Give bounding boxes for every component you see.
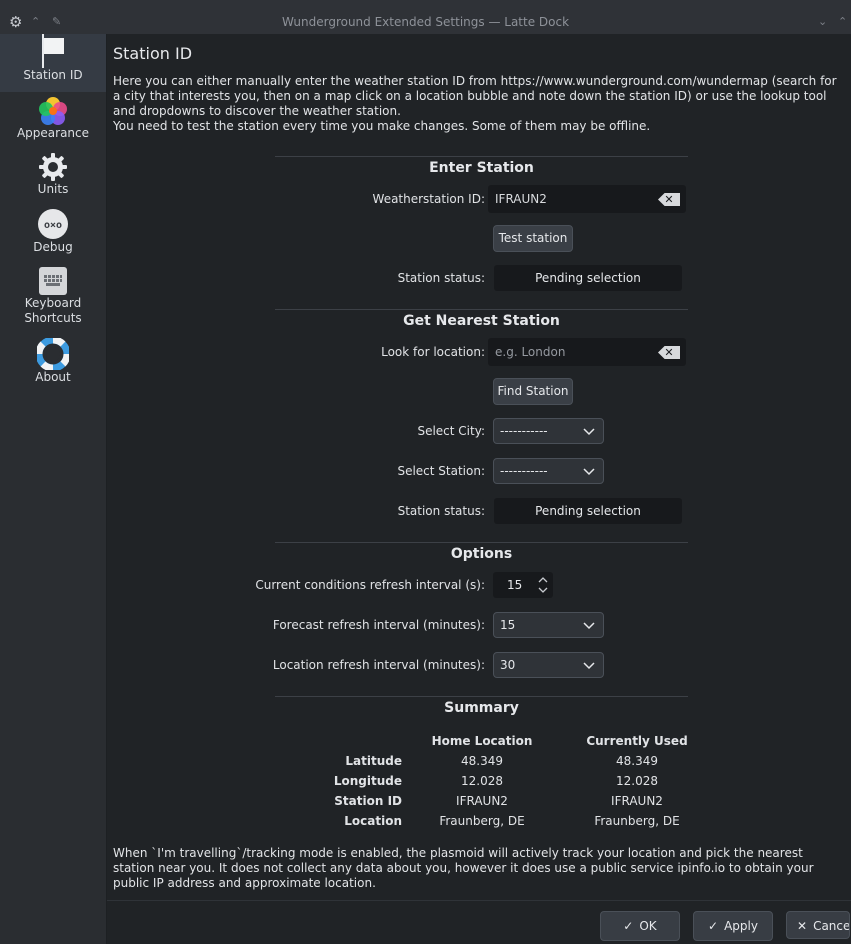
enter-station-title: Enter Station [429,160,534,176]
sidebar-item-appearance[interactable]: Appearance [0,96,106,148]
summary-home-cell: Fraunberg, DE [439,814,525,828]
summary-title: Summary [444,700,519,716]
location-interval-label: Location refresh interval (minutes): [272,658,485,672]
location-interval-value: 30 [500,658,516,672]
station-status-label: Station status: [397,504,485,518]
sidebar-item-debug[interactable]: o×o Debug [0,208,106,260]
section-divider [275,309,688,310]
intro-text: Here you can either manually enter the w… [113,74,845,134]
appearance-icon [39,97,67,125]
minimize-icon[interactable]: ⌄ [818,15,827,28]
forecast-interval-dropdown[interactable]: 15 [493,612,604,638]
footer-divider [107,900,851,901]
check-icon: ✓ [708,919,719,933]
chevron-down-icon [583,468,595,476]
cancel-button[interactable]: ✕ Cancel [786,911,850,939]
section-divider [275,156,688,157]
select-city-label: Select City: [417,424,485,438]
summary-current-cell: 48.349 [616,754,658,768]
ok-label: OK [639,919,657,933]
svg-text:o×o: o×o [44,220,62,231]
look-for-location-label: Look for location: [381,345,485,359]
lifebuoy-icon [37,338,69,370]
apply-label: Apply [724,919,758,933]
sidebar-item-station-id[interactable]: Station ID [0,34,106,92]
settings-content: Station ID Here you can either manually … [107,34,851,944]
section-divider [275,696,688,697]
sidebar-item-label: About [35,370,71,384]
current-conditions-interval-label: Current conditions refresh interval (s): [255,578,485,592]
ok-button[interactable]: ✓ OK [600,911,680,941]
sidebar-item-label: Appearance [16,126,90,140]
location-search-field[interactable]: e.g. London ✕ [488,338,686,366]
weatherstation-id-label: Weatherstation ID: [372,192,485,206]
summary-current-cell: Fraunberg, DE [594,814,680,828]
select-city-dropdown[interactable]: ----------- [493,418,604,444]
summary-col-current: Currently Used [586,734,688,748]
summary-col-home: Home Location [431,734,533,748]
options-title: Options [450,546,513,562]
current-conditions-interval-value: 15 [507,578,523,592]
tracking-notice: When `I'm travelling`/tracking mode is e… [113,846,814,890]
intro-note: You need to test the station every time … [113,119,651,133]
sidebar-item-keyboard-shortcuts[interactable]: Keyboard Shortcuts [0,266,106,334]
summary-row-label: Station ID [334,794,402,808]
spin-arrows-icon[interactable] [537,574,549,596]
summary-current-cell: IFRAUN2 [611,794,663,808]
cancel-label: Cancel [813,919,850,933]
summary-home-cell: 12.028 [461,774,503,788]
find-station-button[interactable]: Find Station [493,378,573,405]
clear-icon[interactable]: ✕ [658,346,680,359]
gear-icon [39,153,67,181]
summary-row-label: Location [344,814,402,828]
flag-icon [42,34,64,68]
select-station-value: ----------- [500,464,548,478]
settings-sidebar: Station ID Appearance Units o×o Debug Ke… [0,34,107,944]
select-station-label: Select Station: [397,464,485,478]
chevron-down-icon [583,622,595,630]
location-search-placeholder: e.g. London [495,345,566,359]
chevron-down-icon [583,428,595,436]
summary-row-label: Longitude [333,774,402,788]
location-interval-dropdown[interactable]: 30 [493,652,604,678]
forecast-interval-value: 15 [500,618,516,632]
current-conditions-interval-spinbox[interactable]: 15 [493,572,553,598]
maximize-icon[interactable]: ⌃ [838,15,847,28]
summary-home-cell: 48.349 [461,754,503,768]
section-divider [275,542,688,543]
nearest-station-status-value: Pending selection [494,498,682,524]
sidebar-item-label: Debug [33,240,73,254]
forecast-interval-label: Forecast refresh interval (minutes): [272,618,485,632]
apply-button[interactable]: ✓ Apply [693,911,773,941]
chevron-down-icon [583,662,595,670]
clear-icon[interactable]: ✕ [658,193,680,206]
station-status-value: Pending selection [494,265,682,291]
select-city-value: ----------- [500,424,548,438]
select-station-dropdown[interactable]: ----------- [493,458,604,484]
close-icon: ✕ [797,919,808,933]
summary-row-label: Latitude [345,754,402,768]
nearest-station-title: Get Nearest Station [403,313,560,329]
summary-current-cell: 12.028 [616,774,658,788]
weatherstation-id-field[interactable]: IFRAUN2 ✕ [488,185,686,213]
intro-paragraph: Here you can either manually enter the w… [113,74,837,118]
sidebar-item-units[interactable]: Units [0,152,106,204]
keyboard-icon [39,267,67,295]
debug-icon: o×o [38,209,68,239]
sidebar-item-label: Station ID [23,68,83,82]
window-title: Wunderground Extended Settings — Latte D… [281,15,570,29]
test-station-button[interactable]: Test station [493,225,573,252]
summary-home-cell: IFRAUN2 [456,794,508,808]
weatherstation-id-value: IFRAUN2 [495,192,547,206]
sidebar-item-label: Keyboard Shortcuts [24,296,82,325]
page-title: Station ID [113,44,193,63]
check-icon: ✓ [623,919,634,933]
sidebar-item-label: Units [37,182,69,196]
sidebar-item-about[interactable]: About [0,338,106,390]
station-status-label: Station status: [397,271,485,285]
